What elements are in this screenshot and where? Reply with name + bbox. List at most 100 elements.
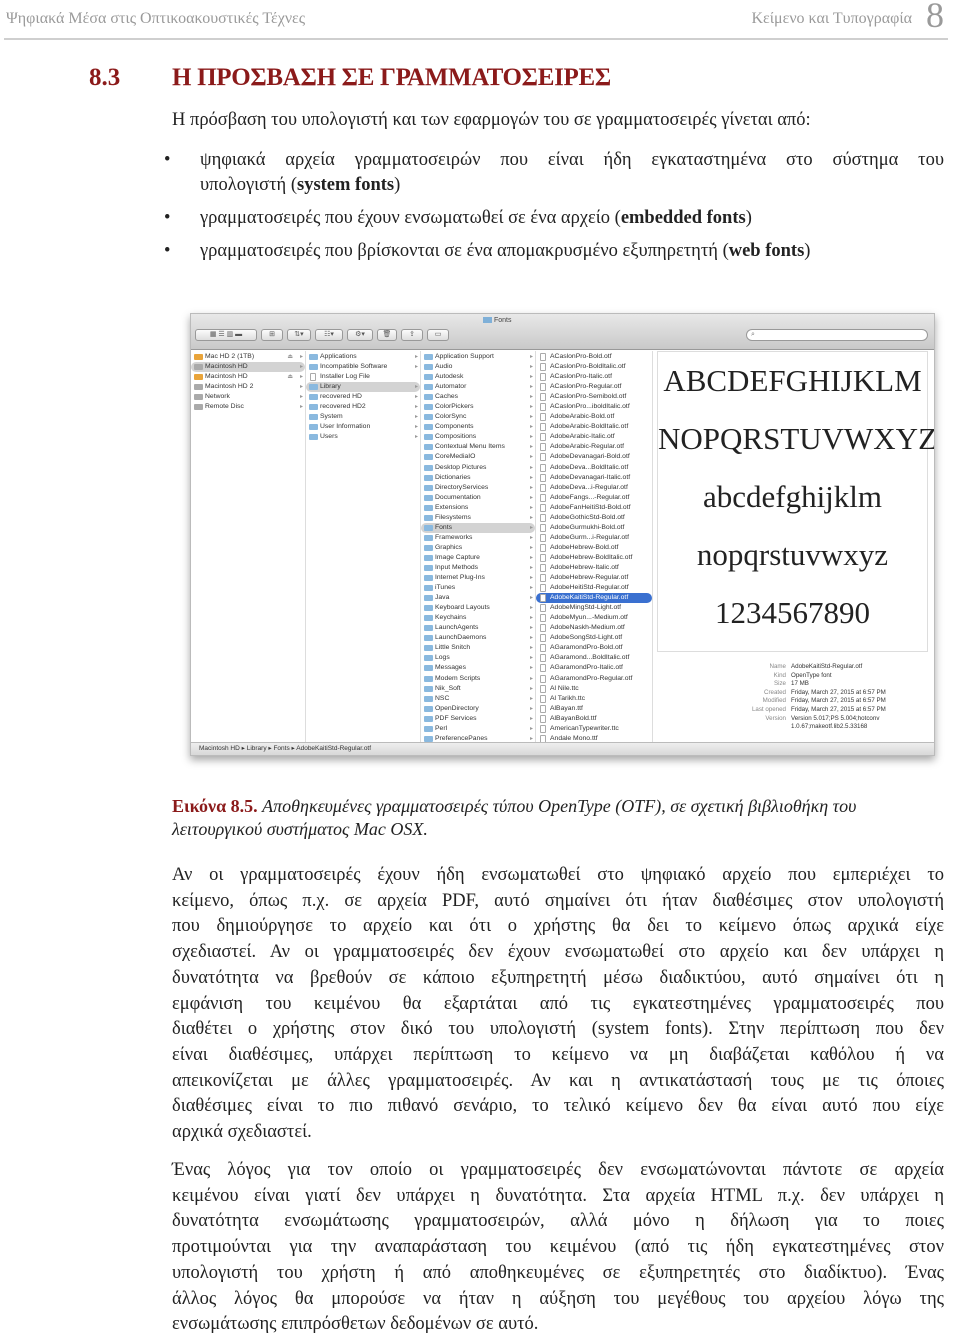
finder-row[interactable]: Library ▸ (306, 382, 420, 393)
path-segment[interactable]: Library (247, 745, 267, 752)
finder-row[interactable]: AdobeGurm...i-Regular.otf (536, 533, 652, 543)
finder-row[interactable]: AdobeArabic-Italic.otf (536, 432, 652, 442)
finder-row[interactable]: AdobeArabic-Regular.otf (536, 442, 652, 452)
finder-row[interactable]: Documentation ▸ (421, 493, 535, 503)
finder-row[interactable]: recovered HD ▸ (306, 392, 420, 402)
finder-row[interactable]: AGaramond...BoldItalic.otf (536, 653, 652, 663)
finder-row[interactable]: Java ▸ (421, 593, 535, 603)
finder-row[interactable]: Little Snitch ▸ (421, 643, 535, 653)
finder-row[interactable]: AdobeGurmukhi-Bold.otf (536, 523, 652, 533)
finder-row[interactable]: Automator ▸ (421, 382, 535, 392)
finder-row[interactable]: AdobeArabic-Bold.otf (536, 412, 652, 422)
finder-row[interactable]: AdobeHeitiStd-Regular.otf (536, 583, 652, 593)
finder-row[interactable]: Remote Disc ▸ (191, 402, 305, 412)
finder-row[interactable]: Extensions ▸ (421, 503, 535, 513)
tag-icon[interactable]: ▭ (427, 329, 449, 341)
finder-row[interactable]: Incompatible Software ▸ (306, 362, 420, 372)
finder-row[interactable]: ACaslonPro-Bold.otf (536, 352, 652, 362)
finder-row[interactable]: Al Nile.ttc (536, 684, 652, 694)
finder-row[interactable]: CoreMediaIO ▸ (421, 452, 535, 462)
finder-row[interactable]: Keychains ▸ (421, 613, 535, 623)
finder-row[interactable]: Audio ▸ (421, 362, 535, 372)
finder-row[interactable]: AdobeMingStd-Light.otf (536, 603, 652, 613)
finder-row[interactable]: AdobeHebrew-Regular.otf (536, 573, 652, 583)
finder-row[interactable]: AdobeKaitiStd-Regular.otf (536, 593, 652, 604)
finder-row[interactable]: LaunchDaemons ▸ (421, 633, 535, 643)
finder-row[interactable]: AlBayan.ttf (536, 704, 652, 714)
finder-row[interactable]: Desktop Pictures ▸ (421, 463, 535, 473)
finder-row[interactable]: Network ▸ (191, 392, 305, 402)
finder-row[interactable]: ACaslonPro-Regular.otf (536, 382, 652, 392)
finder-row[interactable]: ACaslonPro-Italic.otf (536, 372, 652, 382)
arrange-icon[interactable]: ⇅▾ (287, 329, 311, 341)
finder-row[interactable]: Logs ▸ (421, 653, 535, 663)
finder-row[interactable]: Fonts ▸ (421, 522, 535, 533)
finder-row[interactable]: ACaslonPro-BoldItalic.otf (536, 362, 652, 372)
finder-row[interactable]: AlBayanBold.ttf (536, 714, 652, 724)
finder-column-fonts[interactable]: ACaslonPro-Bold.otf ACaslonPro-BoldItalic… (536, 351, 653, 743)
finder-row[interactable]: Contextual Menu Items ▸ (421, 442, 535, 452)
finder-row[interactable]: AdobeArabic-BoldItalic.otf (536, 422, 652, 432)
finder-row[interactable]: Applications ▸ (306, 352, 420, 362)
finder-row[interactable]: ColorPickers ▸ (421, 402, 535, 412)
finder-row[interactable]: DirectoryServices ▸ (421, 483, 535, 493)
finder-row[interactable]: AGaramondPro-Italic.otf (536, 663, 652, 673)
finder-row[interactable]: AmericanTypewriter.ttc (536, 724, 652, 734)
finder-row[interactable]: Dictionaries ▸ (421, 473, 535, 483)
finder-row[interactable]: Filesystems ▸ (421, 513, 535, 523)
finder-row[interactable]: Frameworks ▸ (421, 533, 535, 543)
path-segment[interactable]: Macintosh HD (199, 745, 240, 752)
finder-row[interactable]: Users ▸ (306, 432, 420, 442)
finder-row[interactable]: Macintosh HD ▸ (191, 362, 305, 373)
finder-row[interactable]: Messages ▸ (421, 663, 535, 673)
finder-row[interactable]: Compositions ▸ (421, 432, 535, 442)
finder-row[interactable]: recovered HD2 ▸ (306, 402, 420, 412)
finder-row[interactable]: AdobeNaskh-Medium.otf (536, 623, 652, 633)
trash-icon[interactable]: 🗑 (377, 329, 397, 341)
finder-row[interactable]: System ▸ (306, 412, 420, 422)
finder-row[interactable]: AGaramondPro-Regular.otf (536, 674, 652, 684)
finder-row[interactable]: AdobeHebrew-BoldItalic.otf (536, 553, 652, 563)
view-mode-buttons[interactable]: ▦ ☰ ▥ ▬ (195, 329, 257, 341)
gear-icon[interactable]: ⚙▾ (347, 329, 373, 341)
finder-row[interactable]: PDF Services ▸ (421, 714, 535, 724)
finder-row[interactable]: LaunchAgents ▸ (421, 623, 535, 633)
finder-row[interactable]: Caches ▸ (421, 392, 535, 402)
finder-row[interactable]: AdobeDevanagari-Italic.otf (536, 473, 652, 483)
finder-row[interactable]: AGaramondPro-Bold.otf (536, 643, 652, 653)
finder-row[interactable]: Macintosh HD ▸ ⏏ (191, 372, 305, 382)
new-folder-icon[interactable]: ⊞ (261, 329, 283, 341)
share-icon[interactable]: ⇪ (401, 329, 423, 341)
finder-row[interactable]: OpenDirectory ▸ (421, 704, 535, 714)
finder-row[interactable]: Keyboard Layouts ▸ (421, 603, 535, 613)
finder-row[interactable]: AdobeHebrew-Italic.otf (536, 563, 652, 573)
finder-row[interactable]: ACaslonPro...iboldItalic.otf (536, 402, 652, 412)
finder-row[interactable]: User Information ▸ (306, 422, 420, 432)
finder-row[interactable]: Graphics ▸ (421, 543, 535, 553)
finder-row[interactable]: AdobeFangs...-Regular.otf (536, 493, 652, 503)
finder-row[interactable]: Modem Scripts ▸ (421, 674, 535, 684)
finder-row[interactable]: AdobeGothicStd-Bold.otf (536, 513, 652, 523)
finder-row[interactable]: Macintosh HD 2 ▸ (191, 382, 305, 392)
finder-column-root[interactable]: Applications ▸ Incompatible Software ▸ Insta… (306, 351, 421, 742)
finder-row[interactable]: AdobeDeva...i-Regular.otf (536, 483, 652, 493)
finder-row[interactable]: Input Methods ▸ (421, 563, 535, 573)
finder-row[interactable]: Autodesk ▸ (421, 372, 535, 382)
finder-row[interactable]: AdobeDeva...BoldItalic.otf (536, 463, 652, 473)
finder-row[interactable]: Application Support ▸ (421, 352, 535, 362)
finder-row[interactable]: ColorSync ▸ (421, 412, 535, 422)
finder-row[interactable]: ACaslonPro-Semibold.otf (536, 392, 652, 402)
finder-sidebar[interactable]: Mac HD 2 (1TB) ▸ ⏏ Macintosh HD ▸ Macintosh H… (191, 351, 306, 742)
finder-row[interactable]: Image Capture ▸ (421, 553, 535, 563)
finder-row[interactable]: AdobeSongStd-Light.otf (536, 633, 652, 643)
finder-row[interactable]: AdobeMyun...-Medium.otf (536, 613, 652, 623)
finder-row[interactable]: NSC ▸ (421, 694, 535, 704)
finder-row[interactable]: AdobeFanHeitiStd-Bold.otf (536, 503, 652, 513)
finder-row[interactable]: Components ▸ (421, 422, 535, 432)
finder-row[interactable]: Perl ▸ (421, 724, 535, 734)
finder-row[interactable]: AdobeDevanagari-Bold.otf (536, 452, 652, 462)
eject-icon[interactable]: ⏏ (287, 352, 293, 362)
finder-row[interactable]: AdobeHebrew-Bold.otf (536, 543, 652, 553)
group-icon[interactable]: ☷▾ (315, 329, 343, 341)
path-segment[interactable]: AdobeKaitiStd-Regular.otf (296, 745, 371, 752)
